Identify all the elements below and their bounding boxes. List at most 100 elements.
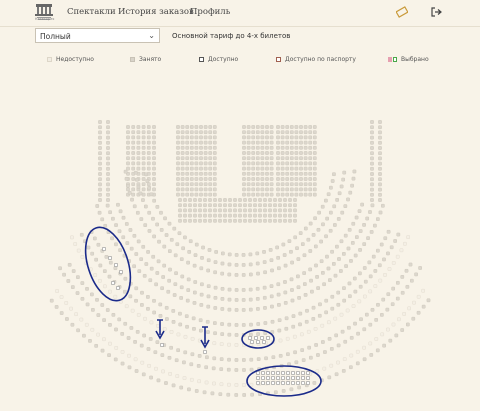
seat[interactable] bbox=[183, 218, 187, 223]
seat[interactable] bbox=[391, 286, 396, 291]
seat[interactable] bbox=[265, 156, 269, 161]
seat[interactable] bbox=[411, 316, 416, 321]
seat[interactable] bbox=[194, 156, 199, 161]
seat[interactable] bbox=[258, 218, 262, 223]
seat[interactable] bbox=[299, 192, 303, 197]
seat[interactable] bbox=[241, 253, 246, 257]
seat[interactable] bbox=[308, 130, 313, 135]
seat[interactable] bbox=[194, 389, 199, 393]
seat[interactable] bbox=[117, 229, 122, 234]
seat[interactable] bbox=[233, 218, 237, 223]
seat[interactable] bbox=[193, 198, 197, 202]
seat[interactable] bbox=[373, 284, 378, 288]
seat[interactable] bbox=[203, 130, 208, 135]
seat[interactable] bbox=[255, 182, 260, 187]
seat[interactable] bbox=[127, 353, 131, 358]
seat[interactable] bbox=[212, 341, 217, 346]
seat[interactable] bbox=[313, 327, 318, 331]
seat[interactable] bbox=[84, 322, 89, 327]
seat[interactable] bbox=[249, 272, 253, 277]
seat[interactable] bbox=[270, 268, 274, 273]
seat[interactable] bbox=[283, 263, 288, 268]
seat[interactable] bbox=[255, 251, 260, 256]
seat[interactable] bbox=[192, 326, 196, 331]
seat[interactable] bbox=[255, 187, 260, 192]
seat[interactable] bbox=[194, 140, 199, 145]
seat[interactable] bbox=[227, 307, 232, 312]
seat[interactable] bbox=[306, 329, 311, 334]
seat[interactable] bbox=[353, 289, 358, 294]
seat[interactable] bbox=[141, 372, 146, 377]
seat[interactable] bbox=[104, 254, 109, 259]
seat[interactable] bbox=[228, 198, 232, 202]
seat[interactable] bbox=[227, 322, 232, 327]
seat[interactable] bbox=[113, 294, 118, 299]
seat[interactable] bbox=[228, 213, 232, 218]
seat[interactable] bbox=[238, 213, 242, 218]
seat[interactable] bbox=[284, 326, 289, 331]
seat[interactable] bbox=[366, 236, 370, 240]
seat[interactable] bbox=[131, 125, 136, 129]
seat[interactable] bbox=[204, 380, 209, 385]
seat[interactable] bbox=[212, 166, 217, 171]
seat[interactable] bbox=[242, 156, 246, 161]
seat[interactable] bbox=[194, 130, 199, 135]
seat[interactable] bbox=[208, 218, 212, 223]
seat[interactable] bbox=[208, 145, 213, 150]
seat[interactable] bbox=[349, 335, 354, 340]
seat[interactable] bbox=[185, 130, 190, 135]
seat[interactable] bbox=[194, 125, 199, 129]
seat[interactable] bbox=[255, 286, 260, 291]
seat[interactable] bbox=[276, 161, 280, 166]
seat[interactable] bbox=[304, 319, 309, 324]
seat[interactable] bbox=[206, 268, 210, 273]
seat[interactable] bbox=[186, 277, 191, 282]
seat[interactable] bbox=[102, 269, 107, 273]
seat[interactable] bbox=[203, 171, 208, 176]
seat[interactable] bbox=[142, 333, 146, 338]
seat[interactable] bbox=[219, 367, 224, 372]
seat[interactable] bbox=[299, 177, 303, 181]
seat[interactable] bbox=[251, 151, 256, 155]
seat[interactable] bbox=[281, 381, 285, 385]
seat[interactable] bbox=[141, 244, 146, 249]
seat[interactable] bbox=[141, 151, 146, 155]
seat[interactable] bbox=[246, 140, 251, 145]
seat[interactable] bbox=[273, 198, 277, 202]
seat[interactable] bbox=[378, 172, 382, 176]
seat[interactable] bbox=[347, 325, 351, 330]
seat[interactable] bbox=[138, 191, 143, 196]
seat[interactable] bbox=[176, 187, 180, 192]
seat[interactable] bbox=[269, 294, 274, 299]
seat[interactable] bbox=[246, 192, 251, 197]
seat[interactable] bbox=[283, 208, 287, 213]
seat[interactable] bbox=[193, 253, 198, 257]
seat[interactable] bbox=[157, 239, 161, 244]
seat[interactable] bbox=[152, 177, 156, 181]
seat[interactable] bbox=[253, 208, 257, 213]
seat[interactable] bbox=[293, 203, 297, 208]
seat[interactable] bbox=[294, 182, 299, 187]
seat[interactable] bbox=[75, 291, 80, 295]
seat[interactable] bbox=[190, 352, 195, 357]
seat[interactable] bbox=[321, 270, 325, 275]
seat[interactable] bbox=[291, 314, 296, 318]
seat[interactable] bbox=[200, 282, 204, 287]
seat[interactable] bbox=[351, 176, 356, 181]
seat[interactable] bbox=[322, 366, 327, 371]
seat[interactable] bbox=[368, 341, 373, 346]
seat[interactable] bbox=[136, 156, 141, 161]
seat[interactable] bbox=[203, 218, 207, 223]
seat[interactable] bbox=[178, 208, 182, 213]
seat[interactable] bbox=[227, 357, 231, 362]
seat[interactable] bbox=[100, 217, 105, 222]
seat[interactable] bbox=[280, 171, 285, 176]
seat[interactable] bbox=[159, 228, 164, 232]
seat[interactable] bbox=[380, 312, 384, 317]
seat[interactable] bbox=[368, 322, 373, 327]
seat[interactable] bbox=[294, 187, 299, 192]
seat[interactable] bbox=[256, 322, 261, 326]
seat[interactable] bbox=[312, 151, 317, 155]
seat[interactable] bbox=[206, 304, 211, 309]
seat[interactable] bbox=[241, 308, 246, 312]
